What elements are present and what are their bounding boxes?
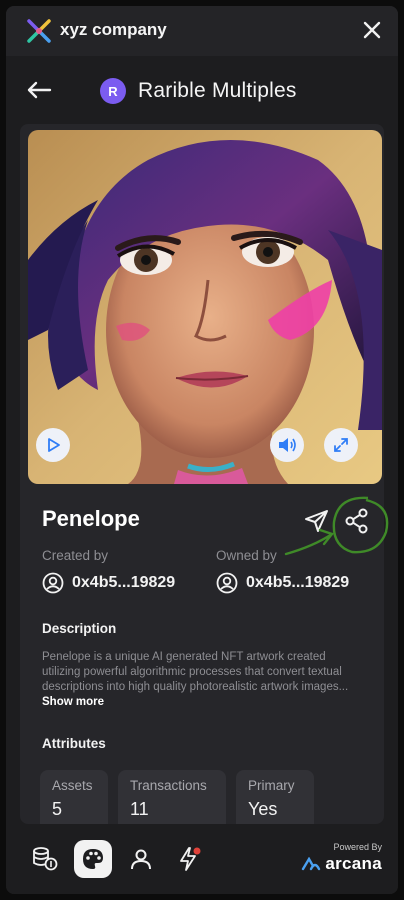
created-by-label: Created by bbox=[42, 548, 109, 563]
brand-name: xyz company bbox=[60, 20, 167, 39]
logo-icon bbox=[27, 19, 51, 43]
powered-by-label: Powered By bbox=[333, 842, 382, 852]
creator-address[interactable]: 0x4b5...19829 bbox=[42, 572, 175, 594]
user-circle-icon bbox=[216, 572, 238, 594]
attribute-value: 11 bbox=[130, 799, 149, 819]
owned-by-label: Owned by bbox=[216, 548, 277, 563]
arcana-logo-icon bbox=[302, 857, 321, 871]
back-arrow-icon[interactable] bbox=[24, 78, 54, 102]
attribute-key: Assets bbox=[52, 778, 93, 793]
owner-address[interactable]: 0x4b5...19829 bbox=[216, 572, 349, 594]
expand-icon bbox=[334, 438, 348, 452]
attribute-key: Transactions bbox=[130, 778, 207, 793]
speaker-icon bbox=[279, 438, 296, 452]
nft-title: Penelope bbox=[42, 506, 140, 531]
attribute-key: Primary bbox=[248, 778, 295, 793]
top-bar: xyz company bbox=[6, 6, 398, 56]
nav-activity[interactable] bbox=[170, 840, 208, 878]
close-icon[interactable] bbox=[360, 18, 384, 42]
user-circle-icon bbox=[42, 572, 64, 594]
lightning-icon bbox=[180, 847, 201, 871]
bottom-nav: Powered By arcana bbox=[6, 826, 398, 894]
arcana-brand: arcana bbox=[301, 854, 382, 874]
attribute-value: 5 bbox=[52, 799, 63, 819]
palette-icon bbox=[83, 849, 103, 869]
collection-badge: R bbox=[100, 78, 126, 104]
description-heading: Description bbox=[42, 621, 117, 636]
coins-icon bbox=[33, 847, 58, 871]
profile-icon bbox=[131, 849, 151, 870]
fullscreen-button[interactable] bbox=[324, 428, 358, 462]
attributes-heading: Attributes bbox=[42, 736, 106, 751]
nft-card: Penelope Created by Owned by 0x4b5...198… bbox=[20, 124, 384, 824]
app-frame: xyz company R Rarible Multiples Penelope… bbox=[6, 6, 398, 894]
attribute-card: Transactions 11 bbox=[118, 770, 226, 824]
send-icon[interactable] bbox=[304, 508, 330, 534]
description-text: Penelope is a unique AI generated NFT ar… bbox=[42, 650, 362, 710]
powered-by: Powered By arcana bbox=[301, 842, 382, 874]
collection-header: R Rarible Multiples bbox=[6, 66, 398, 116]
mute-button[interactable] bbox=[270, 428, 304, 462]
arcana-text: arcana bbox=[325, 854, 382, 873]
nav-profile[interactable] bbox=[122, 840, 160, 878]
play-button[interactable] bbox=[36, 428, 70, 462]
collection-title: Rarible Multiples bbox=[138, 79, 297, 102]
nft-artwork bbox=[28, 130, 382, 484]
owner-address-text: 0x4b5...19829 bbox=[246, 574, 350, 591]
creator-address-text: 0x4b5...19829 bbox=[72, 574, 176, 591]
attribute-card: Primary Yes bbox=[236, 770, 314, 824]
share-icon[interactable] bbox=[343, 507, 371, 535]
nav-collectibles[interactable] bbox=[74, 840, 112, 878]
attribute-value: Yes bbox=[248, 799, 278, 819]
play-icon bbox=[48, 438, 60, 452]
nav-tokens[interactable] bbox=[26, 840, 64, 878]
attribute-card: Assets 5 bbox=[40, 770, 108, 824]
show-more-link[interactable]: Show more bbox=[42, 696, 104, 708]
description-body: Penelope is a unique AI generated NFT ar… bbox=[42, 651, 349, 693]
